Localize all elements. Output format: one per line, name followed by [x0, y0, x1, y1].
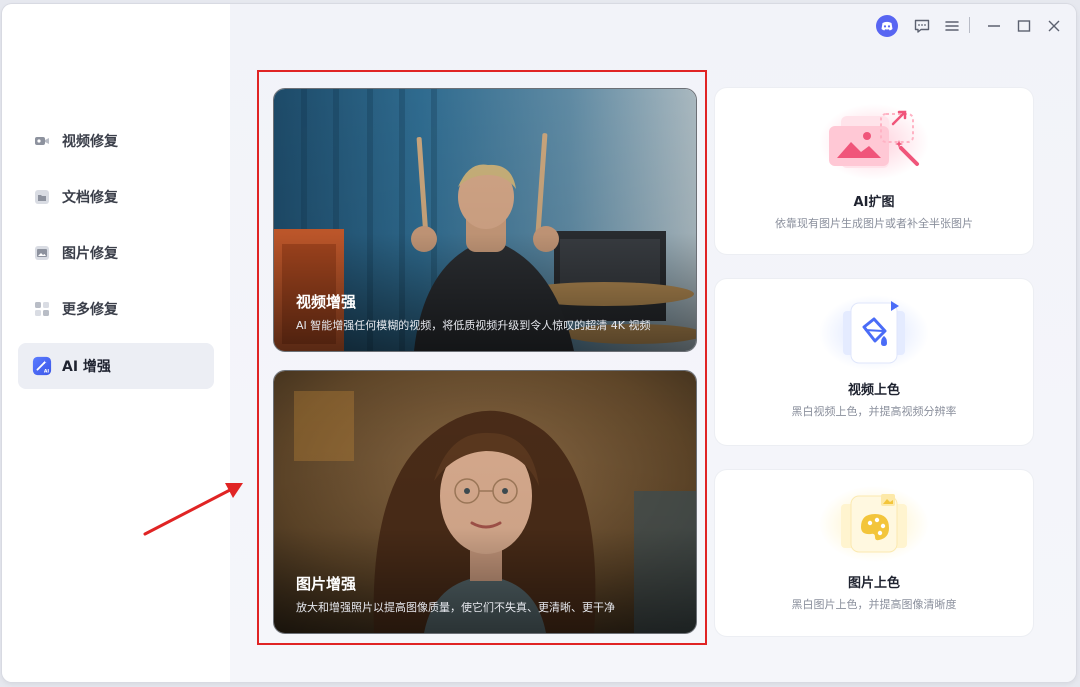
card-title: 视频上色	[847, 383, 900, 398]
sidebar: 视频修复 文档修复 图片修复 更多修复 AI AI 增强	[2, 4, 230, 682]
minimize-icon[interactable]	[982, 14, 1006, 38]
image-enhance-card[interactable]: 图片增强 放大和增强照片以提高图像质量，使它们不失真、更清晰、更干净	[273, 370, 697, 634]
palette-icon	[819, 486, 929, 562]
card-title: AI扩图	[853, 195, 895, 210]
card-description: AI 智能增强任何模糊的视频，将低质视频升级到令人惊叹的超清 4K 视频	[296, 319, 651, 332]
discord-icon[interactable]	[875, 14, 899, 38]
titlebar-divider	[969, 17, 970, 33]
sidebar-item-image-repair[interactable]: 图片修复	[18, 230, 214, 276]
ai-magic-icon: AI	[32, 356, 52, 376]
sidebar-item-document-repair[interactable]: 文档修复	[18, 174, 214, 220]
image-colorize-card[interactable]: 图片上色 黑白图片上色，并提高图像清晰度	[715, 470, 1033, 636]
video-enhance-card[interactable]: 视频增强 AI 智能增强任何模糊的视频，将低质视频升级到令人惊叹的超清 4K 视…	[273, 88, 697, 352]
card-description: 黑白视频上色，并提高视频分辨率	[791, 405, 957, 418]
card-description: 依靠现有图片生成图片或者补全半张图片	[775, 217, 973, 230]
video-colorize-card[interactable]: 视频上色 黑白视频上色，并提高视频分辨率	[715, 279, 1033, 445]
grid-icon	[32, 299, 52, 319]
card-description: 放大和增强照片以提高图像质量，使它们不失真、更清晰、更干净	[296, 601, 615, 614]
feedback-icon[interactable]	[910, 14, 934, 38]
maximize-icon[interactable]	[1012, 14, 1036, 38]
video-icon	[32, 131, 52, 151]
sidebar-item-ai-enhance[interactable]: AI AI 增强	[18, 343, 214, 389]
sidebar-item-label: 更多修复	[62, 302, 118, 318]
close-icon[interactable]	[1042, 14, 1066, 38]
sidebar-item-video-repair[interactable]: 视频修复	[18, 118, 214, 164]
sidebar-item-label: AI 增强	[62, 359, 111, 375]
image-icon	[32, 243, 52, 263]
card-title: 视频增强	[296, 293, 357, 311]
sidebar-item-label: 文档修复	[62, 190, 118, 206]
sidebar-item-label: 图片修复	[62, 246, 118, 262]
card-title: 图片增强	[296, 575, 357, 593]
document-icon	[32, 187, 52, 207]
card-description: 黑白图片上色，并提高图像清晰度	[791, 598, 957, 611]
app-window: 视频修复 文档修复 图片修复 更多修复 AI AI 增强 视频增强 AI 智能增…	[2, 4, 1076, 682]
menu-icon[interactable]	[940, 14, 964, 38]
main-content: 视频增强 AI 智能增强任何模糊的视频，将低质视频升级到令人惊叹的超清 4K 视…	[230, 4, 1076, 682]
card-title: 图片上色	[847, 576, 900, 591]
ai-expand-card[interactable]: AI扩图 依靠现有图片生成图片或者补全半张图片	[715, 88, 1033, 254]
sidebar-item-more-repair[interactable]: 更多修复	[18, 286, 214, 332]
svg-text:AI: AI	[44, 368, 50, 374]
sidebar-item-label: 视频修复	[62, 134, 118, 150]
image-expand-icon	[819, 104, 929, 180]
paint-bucket-icon	[819, 295, 929, 371]
